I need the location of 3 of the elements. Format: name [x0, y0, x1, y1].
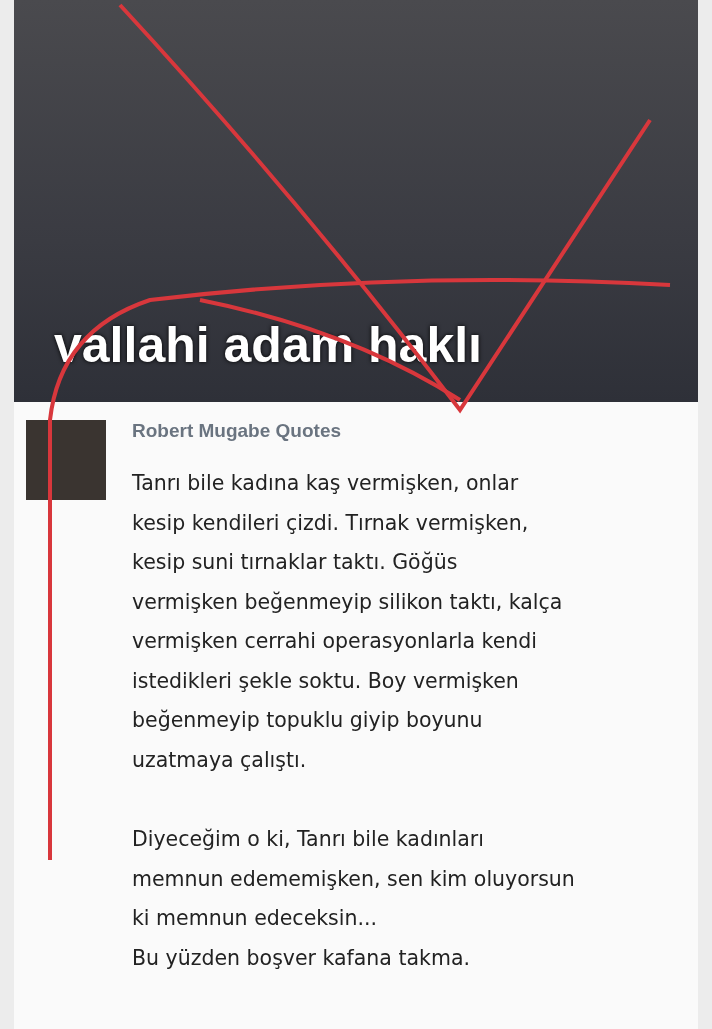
- post-text: Tanrı bile kadına kaş vermişken, onlar kesip kendileri çizdi. Tırnak vermişken, kesip suni tırnaklar taktı. Göğüs vermişken beğenmeyip silikon taktı, kalça vermişken cerrahi operasyonlarla kendi istedikleri şekle soktu. Boy vermişken beğenmeyip topuklu giyip boyunu uzatmaya çalıştı.: [132, 470, 564, 774]
- author-name[interactable]: Robert Mugabe Quotes: [132, 420, 575, 442]
- post-text: Diyeceğim o ki, Tanrı bile kadınları memnun edememişken, sen kim oluyorsun ki memnun edeceksin... Bu yüzden boşver kafana takma.: [132, 826, 575, 972]
